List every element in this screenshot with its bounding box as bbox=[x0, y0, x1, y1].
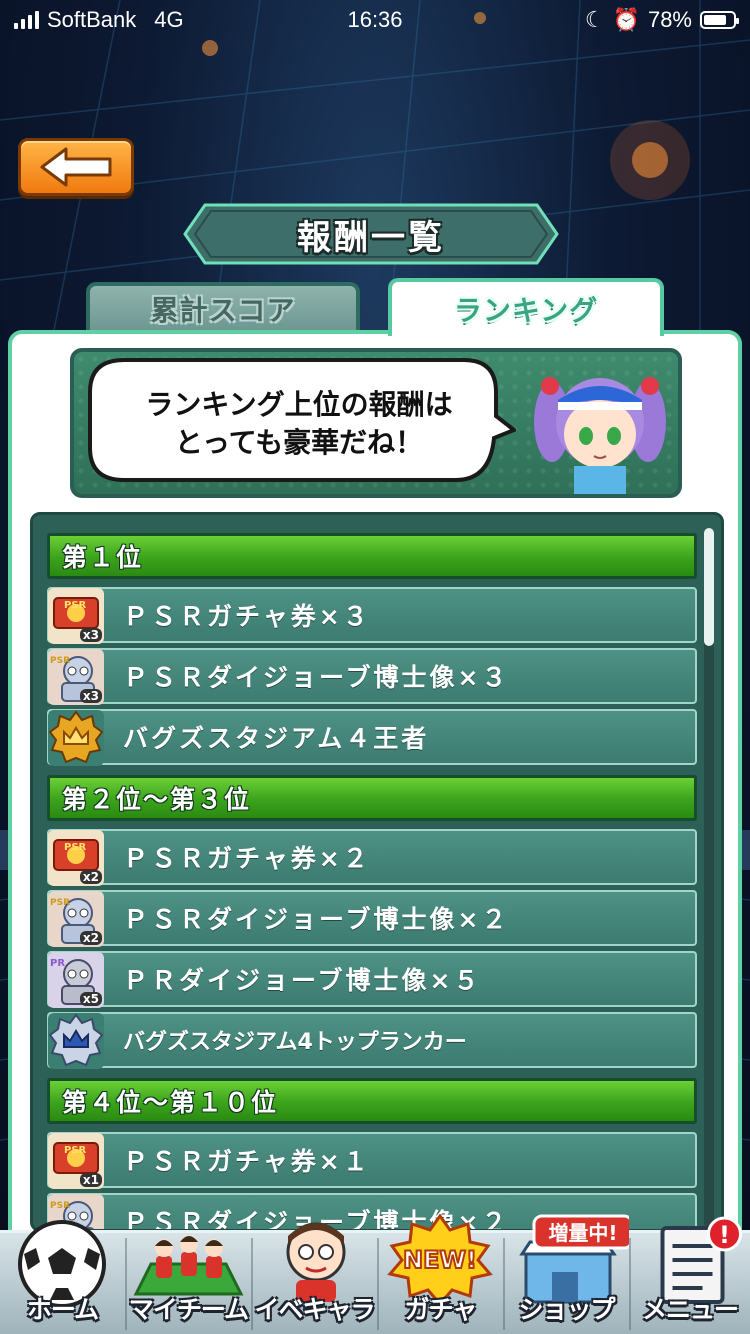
rank-tier-header: 第１位 bbox=[47, 533, 697, 579]
nav-shop[interactable]: 増量中! ショップ bbox=[504, 1214, 629, 1334]
reward-label: バグズスタジアム4トップランカー bbox=[123, 1030, 467, 1055]
nav-my-team[interactable]: マイチーム bbox=[126, 1214, 251, 1334]
nav-label: ホーム bbox=[26, 1295, 99, 1324]
reward-row[interactable]: PSR x3 ＰＳＲガチャ券×３ bbox=[47, 587, 697, 644]
quantity-badge: x3 bbox=[79, 628, 102, 642]
back-button[interactable] bbox=[18, 138, 134, 196]
speech-line-1: ランキング上位の報酬は bbox=[145, 388, 453, 421]
reward-row[interactable]: バグズスタジアム４王者 bbox=[47, 709, 697, 766]
svg-text:PSR: PSR bbox=[64, 600, 87, 611]
status-bar: SoftBank 4G 16:36 ☾ ⏰ 78% bbox=[0, 0, 750, 40]
reward-label: ＰＳＲガチャ券×２ bbox=[123, 844, 371, 873]
nav-event-characters[interactable]: イベキャラ bbox=[252, 1214, 377, 1334]
svg-text:PSR: PSR bbox=[64, 1145, 87, 1156]
nav-label: イベキャラ bbox=[254, 1295, 375, 1324]
list-scrollbar[interactable] bbox=[704, 528, 714, 1228]
svg-text:PSR: PSR bbox=[50, 1201, 70, 1211]
tab-cumulative-score[interactable]: 累計スコア bbox=[86, 282, 360, 332]
gacha-ticket-icon: PSR x1 bbox=[48, 1133, 104, 1189]
reward-row[interactable]: PSR x1 ＰＳＲガチャ券×１ bbox=[47, 1132, 697, 1189]
battery-percent: 78% bbox=[647, 7, 692, 32]
nav-label: マイチーム bbox=[128, 1295, 249, 1324]
reward-row[interactable]: PSR x3 ＰＳＲダイジョーブ博士像×３ bbox=[47, 648, 697, 705]
alarm-icon: ⏰ bbox=[612, 7, 640, 32]
doctor-statue-pr-icon: PR x5 bbox=[48, 952, 104, 1008]
reward-label: ＰＳＲガチャ券×１ bbox=[123, 1147, 371, 1176]
svg-text:PSR: PSR bbox=[64, 842, 87, 853]
svg-text:PR: PR bbox=[50, 958, 65, 969]
reward-label: ＰＳＲダイジョーブ博士像×２ bbox=[123, 905, 510, 934]
reward-row[interactable]: バグズスタジアム4トップランカー bbox=[47, 1012, 697, 1069]
reward-label: ＰＳＲガチャ券×３ bbox=[123, 602, 371, 631]
speech-line-2: とっても豪華だね！ bbox=[174, 426, 424, 459]
reward-label: ＰＳＲダイジョーブ博士像×３ bbox=[123, 663, 510, 692]
nav-menu[interactable]: ! メニュー bbox=[630, 1214, 750, 1334]
clock: 16:36 bbox=[347, 7, 403, 32]
gacha-ticket-icon: PSR x2 bbox=[48, 830, 104, 886]
reward-list[interactable]: 第１位 PSR x3 ＰＳＲガチャ券×３ PSR x3 ＰＳＲダイジョーブ博士像×３ バグズス… bbox=[30, 512, 724, 1232]
network-type: 4G bbox=[154, 7, 184, 32]
scrollbar-thumb[interactable] bbox=[704, 528, 714, 646]
page-title: 報酬一覧 bbox=[297, 217, 445, 258]
tab-label: ランキング bbox=[453, 294, 599, 327]
gacha-ticket-icon: PSR x3 bbox=[48, 588, 104, 644]
nav-label: ガチャ bbox=[404, 1295, 478, 1324]
nav-label: メニュー bbox=[641, 1295, 739, 1324]
new-badge-text: NEW! bbox=[403, 1246, 477, 1274]
doctor-statue-psr-icon: PSR x3 bbox=[48, 649, 104, 705]
nav-label: ショップ bbox=[518, 1295, 615, 1324]
signal-strength-icon bbox=[14, 11, 39, 29]
quantity-badge: x1 bbox=[79, 1173, 102, 1187]
page-title-banner: 報酬一覧 bbox=[183, 203, 559, 265]
battery-icon bbox=[700, 11, 739, 29]
rank-tier-header: 第２位～第３位 bbox=[47, 775, 697, 821]
rank-tier-header: 第４位～第１０位 bbox=[47, 1078, 697, 1124]
moon-icon: ☾ bbox=[584, 7, 605, 32]
left-arrow-icon bbox=[40, 147, 112, 187]
speech-bubble: ランキング上位の報酬は とっても豪華だね！ bbox=[84, 356, 516, 484]
doctor-statue-psr-icon: PSR x2 bbox=[48, 891, 104, 947]
svg-text:PSR: PSR bbox=[50, 898, 70, 908]
reward-row[interactable]: PSR x2 ＰＳＲガチャ券×２ bbox=[47, 829, 697, 886]
menu-alert-text: ! bbox=[719, 1221, 730, 1249]
svg-text:PSR: PSR bbox=[50, 656, 70, 666]
reward-row[interactable]: PR x5 ＰＲダイジョーブ博士像×５ bbox=[47, 951, 697, 1008]
quantity-badge: x3 bbox=[79, 689, 102, 703]
reward-label: バグズスタジアム４王者 bbox=[123, 724, 430, 753]
nav-home[interactable]: ホーム bbox=[0, 1214, 125, 1334]
reward-row[interactable]: PSR x2 ＰＳＲダイジョーブ博士像×２ bbox=[47, 890, 697, 947]
quantity-badge: x2 bbox=[79, 870, 102, 884]
carrier-name: SoftBank bbox=[47, 7, 137, 32]
tab-label: 累計スコア bbox=[150, 294, 296, 327]
gold-crown-emblem-icon bbox=[48, 710, 104, 766]
character-avatar bbox=[522, 352, 678, 494]
quantity-badge: x5 bbox=[79, 992, 102, 1006]
silver-crown-emblem-icon bbox=[48, 1013, 104, 1069]
nav-gacha[interactable]: NEW! ガチャ bbox=[378, 1214, 503, 1334]
tab-ranking[interactable]: ランキング bbox=[388, 278, 664, 336]
reward-label: ＰＲダイジョーブ博士像×５ bbox=[123, 966, 482, 995]
quantity-badge: x2 bbox=[79, 931, 102, 945]
shop-badge-text: 増量中! bbox=[548, 1221, 617, 1245]
bottom-navigation: ホーム マイチーム イベキャラ NEW! ガチャ 増量中! ショップ ! メニュ… bbox=[0, 1214, 750, 1334]
